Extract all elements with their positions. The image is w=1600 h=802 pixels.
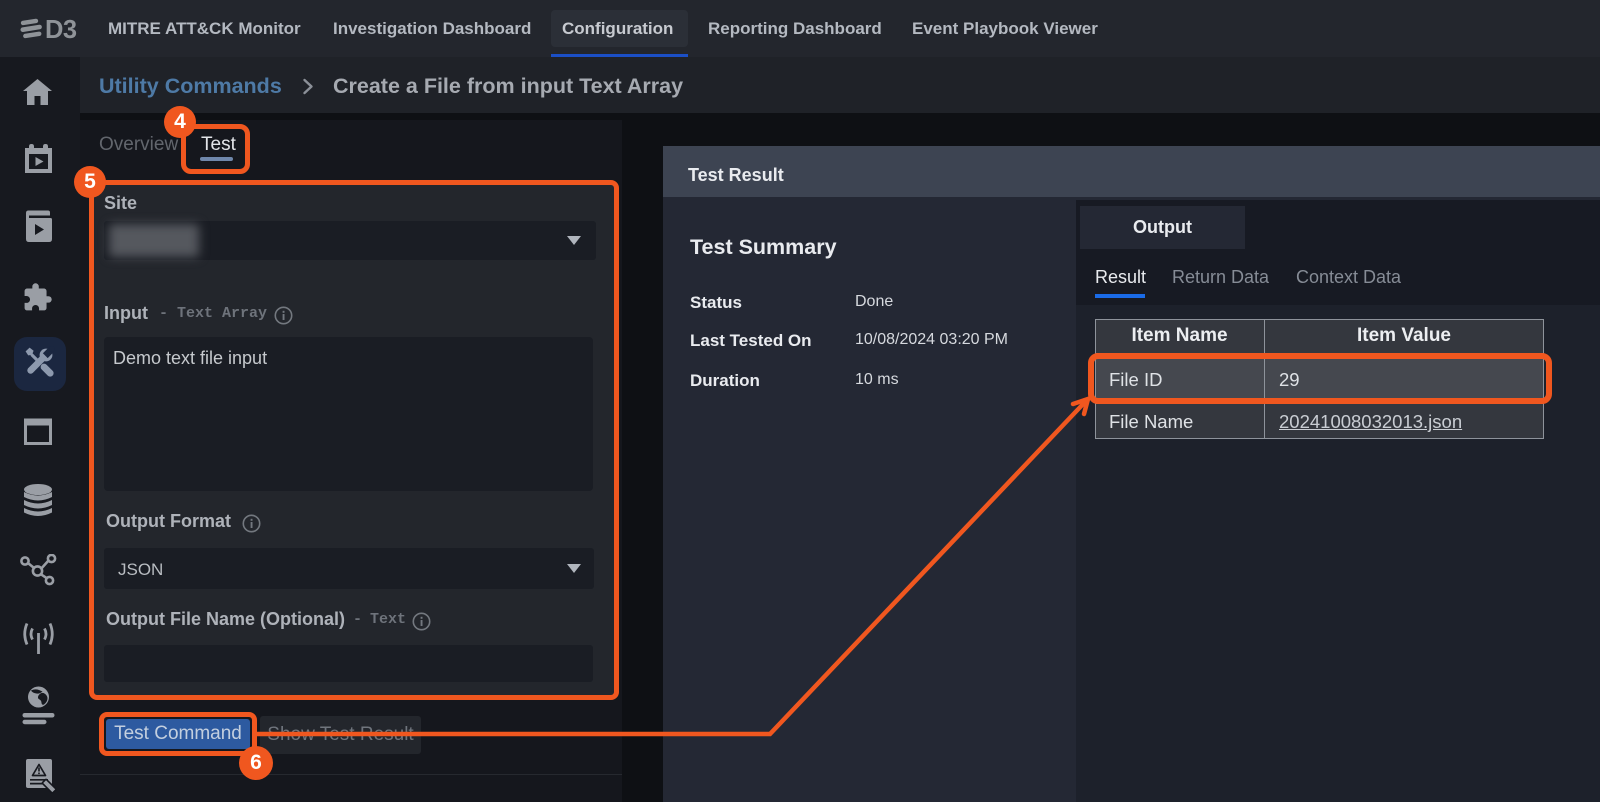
svg-text:D3: D3 [45, 18, 77, 40]
